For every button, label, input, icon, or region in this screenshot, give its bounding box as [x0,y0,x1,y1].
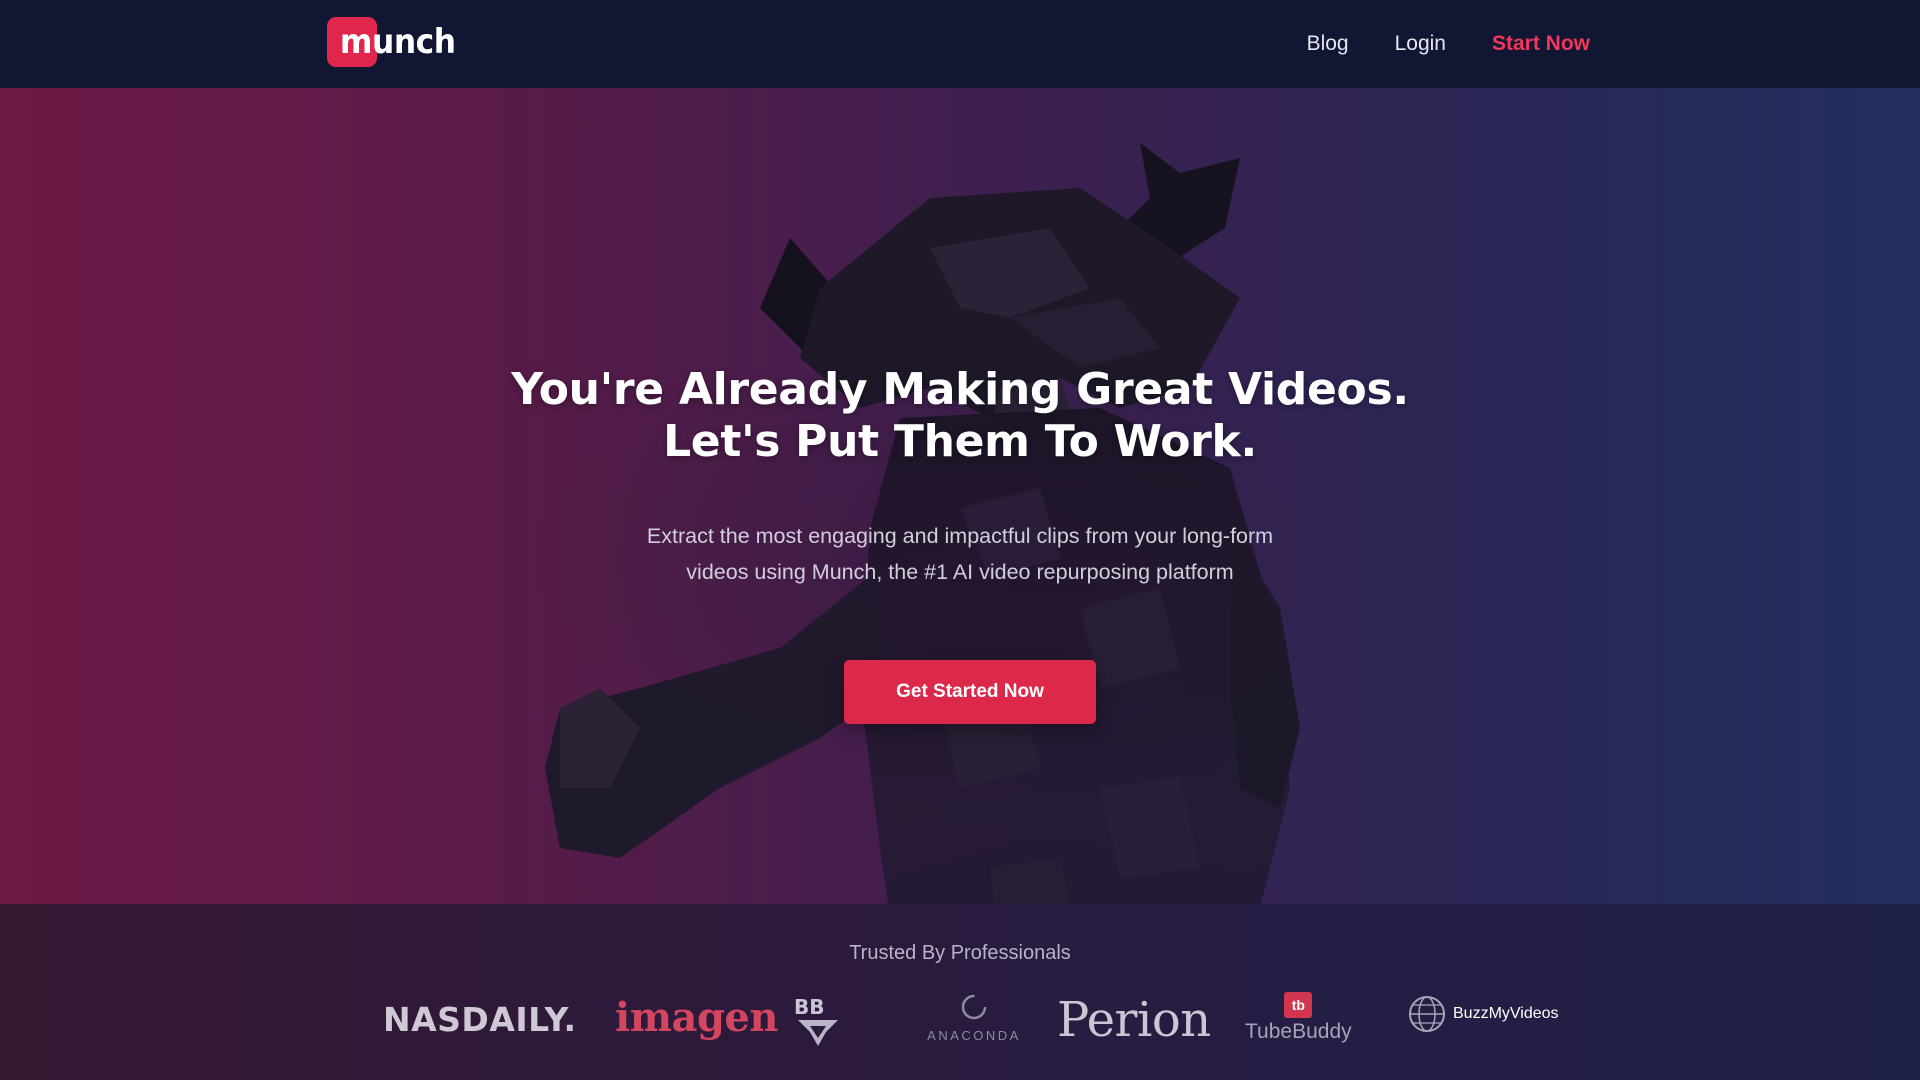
buzzmyvideos-logo: BuzzMyVideos [1407,994,1559,1034]
hero-headline: You're Already Making Great Videos. Let'… [460,364,1460,468]
munch-logo[interactable]: munch [327,17,467,67]
nav-link-blog[interactable]: Blog [1307,32,1349,56]
perion-logo: Perion [1057,992,1211,1048]
headline-line-2: Let's Put Them To Work. [663,416,1257,467]
anaconda-logo: ANACONDA [904,992,1044,1054]
bbtv-logo: BB [790,992,846,1048]
hero-overlay [0,88,1920,904]
top-navbar: munch Blog Login Start Now [0,0,1920,88]
tubebuddy-icon: tb [1284,992,1313,1018]
perion-wordmark: Perion [1057,992,1211,1048]
hero-subtext: Extract the most engaging and impactful … [560,518,1360,590]
globe-icon [1409,996,1445,1032]
anaconda-icon [961,994,987,1020]
buzzmyvideos-wordmark: BuzzMyVideos [1453,1005,1559,1022]
imagen-logo: imagen [615,994,778,1041]
headline-line-1: You're Already Making Great Videos. [511,364,1409,415]
tubebuddy-logo: tb TubeBuddy [1245,992,1352,1044]
bbtv-icon: BB [794,995,838,1046]
nav-link-start-now[interactable]: Start Now [1492,32,1590,56]
hero-section [0,88,1920,904]
partner-logos: NASDAILY. imagen BB ANACONDA Perion tb T… [0,992,1920,1072]
trusted-label: Trusted By Professionals [849,942,1071,964]
imagen-wordmark: imagen [615,994,778,1041]
anaconda-wordmark: ANACONDA [927,1028,1021,1043]
trusted-by-section: Trusted By Professionals NASDAILY. image… [0,904,1920,1080]
get-started-button[interactable]: Get Started Now [844,660,1096,724]
svg-text:BB: BB [794,995,825,1019]
nav-link-login[interactable]: Login [1395,32,1446,56]
nav-links: Blog Login Start Now [1307,0,1590,88]
tubebuddy-wordmark: TubeBuddy [1245,1020,1352,1043]
subtext-line-1: Extract the most engaging and impactful … [646,524,1274,548]
subtext-line-2: videos using Munch, the #1 AI video repu… [686,560,1234,584]
logo-wordmark: munch [339,22,456,62]
nasdaily-logo: NASDAILY. [383,1000,577,1039]
nasdaily-wordmark: NASDAILY. [383,1000,577,1039]
